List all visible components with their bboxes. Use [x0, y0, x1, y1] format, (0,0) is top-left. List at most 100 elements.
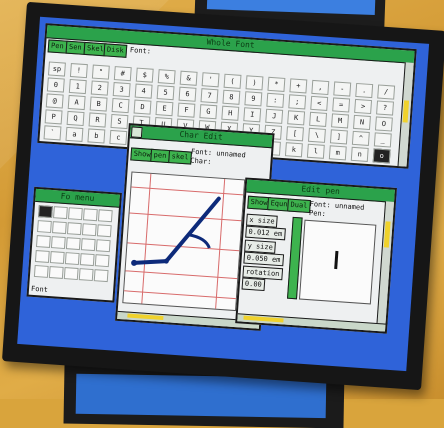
- font-menu-cell[interactable]: [53, 206, 68, 220]
- char-cell[interactable]: \: [307, 127, 326, 143]
- char-cell[interactable]: 2: [90, 80, 109, 96]
- font-menu-cell[interactable]: [37, 220, 52, 234]
- edit-pen-scrollbar[interactable]: [376, 201, 395, 324]
- char-cell[interactable]: :: [266, 92, 285, 108]
- font-menu-cell[interactable]: [97, 209, 113, 223]
- char-cell[interactable]: ^: [351, 130, 370, 146]
- font-menu-cell[interactable]: [95, 239, 111, 253]
- font-menu-cell[interactable]: [34, 250, 50, 263]
- y-size-value[interactable]: 0.050 em: [243, 251, 284, 267]
- font-menu-cell[interactable]: [96, 224, 112, 238]
- char-cell[interactable]: k: [284, 142, 303, 158]
- char-cell[interactable]: L: [309, 111, 328, 127]
- char-cell[interactable]: [: [286, 126, 304, 142]
- font-menu-cell[interactable]: [50, 236, 66, 250]
- char-cell[interactable]: =: [332, 97, 351, 113]
- char-cell[interactable]: N: [352, 114, 371, 131]
- font-menu-cell[interactable]: [66, 222, 82, 236]
- char-cell[interactable]: K: [287, 110, 306, 126]
- char-cell[interactable]: 1: [68, 78, 87, 95]
- char-cell[interactable]: -: [333, 81, 352, 97]
- font-menu-cell[interactable]: [81, 223, 97, 237]
- font-menu-cell[interactable]: [80, 238, 96, 252]
- char-cell[interactable]: +: [289, 78, 308, 94]
- char-cell[interactable]: Q: [66, 110, 85, 127]
- char-cell[interactable]: P: [44, 109, 63, 125]
- char-cell[interactable]: 6: [178, 86, 197, 102]
- font-menu-cell[interactable]: [48, 266, 64, 279]
- char-cell[interactable]: ': [201, 72, 220, 88]
- char-cell[interactable]: ": [91, 64, 110, 80]
- char-cell[interactable]: 7: [200, 88, 219, 104]
- char-cell[interactable]: o: [372, 148, 391, 164]
- char-cell[interactable]: 3: [112, 82, 131, 98]
- char-cell[interactable]: ): [245, 75, 264, 91]
- char-cell[interactable]: A: [67, 94, 86, 111]
- skel-toggle-button[interactable]: skel: [168, 150, 192, 165]
- char-cell[interactable]: I: [243, 107, 262, 123]
- char-cell[interactable]: @: [45, 93, 64, 109]
- font-menu-cell[interactable]: [63, 267, 79, 281]
- rotation-value[interactable]: 0.00: [241, 277, 266, 292]
- char-edit-hscroll-thumb[interactable]: [127, 313, 164, 321]
- font-menu-cell[interactable]: [64, 252, 80, 266]
- char-cell[interactable]: 4: [134, 83, 153, 99]
- char-cell[interactable]: D: [133, 99, 152, 115]
- whole-font-scrollbar[interactable]: [397, 62, 414, 167]
- font-menu-cell[interactable]: [33, 264, 49, 278]
- char-cell[interactable]: H: [221, 105, 240, 121]
- char-cell[interactable]: <: [310, 95, 329, 111]
- whole-font-scroll-thumb[interactable]: [402, 100, 410, 123]
- font-menu-cell[interactable]: [68, 207, 83, 221]
- x-size-value[interactable]: 0.012 em: [245, 225, 286, 241]
- char-cell[interactable]: (: [223, 73, 242, 89]
- char-cell[interactable]: J: [265, 108, 284, 124]
- font-menu-cell[interactable]: [93, 269, 109, 283]
- font-menu-cell[interactable]: [78, 268, 94, 282]
- char-cell[interactable]: ?: [376, 100, 394, 116]
- char-cell[interactable]: %: [157, 69, 176, 85]
- char-cell[interactable]: S: [110, 113, 129, 130]
- char-cell[interactable]: ]: [329, 129, 348, 145]
- char-cell[interactable]: E: [155, 101, 174, 117]
- font-menu-cell[interactable]: [79, 253, 95, 267]
- char-cell[interactable]: $: [135, 67, 154, 83]
- char-cell[interactable]: #: [113, 66, 132, 82]
- char-cell[interactable]: F: [177, 102, 196, 118]
- char-cell[interactable]: G: [199, 104, 218, 120]
- char-cell[interactable]: *: [267, 76, 286, 92]
- glyph-canvas[interactable]: [122, 171, 246, 312]
- char-cell[interactable]: l: [306, 143, 325, 159]
- char-cell[interactable]: B: [89, 96, 108, 112]
- pen-button[interactable]: Pen: [47, 39, 68, 54]
- char-cell[interactable]: O: [374, 116, 393, 132]
- char-cell[interactable]: >: [354, 98, 373, 115]
- char-cell[interactable]: n: [350, 146, 369, 162]
- font-menu-cell[interactable]: [82, 208, 98, 222]
- font-menu-cell[interactable]: [94, 254, 110, 268]
- dual-button[interactable]: Dual: [287, 198, 311, 214]
- char-cell[interactable]: _: [373, 132, 392, 148]
- char-cell[interactable]: sp: [47, 61, 66, 77]
- char-cell[interactable]: .: [355, 82, 374, 99]
- char-cell[interactable]: !: [69, 62, 88, 79]
- char-cell[interactable]: R: [88, 112, 107, 128]
- font-menu-cell[interactable]: [38, 205, 53, 219]
- char-cell[interactable]: ;: [288, 94, 307, 110]
- char-edit-close-icon[interactable]: [130, 126, 143, 139]
- char-cell[interactable]: 5: [156, 85, 175, 101]
- char-cell[interactable]: c: [109, 129, 128, 146]
- char-cell[interactable]: `: [43, 125, 62, 141]
- char-cell[interactable]: C: [111, 97, 130, 114]
- char-cell[interactable]: 8: [222, 89, 241, 105]
- char-cell[interactable]: a: [65, 126, 84, 142]
- font-menu-cell[interactable]: [51, 221, 67, 235]
- font-menu-cell[interactable]: [65, 237, 81, 251]
- char-cell[interactable]: /: [377, 84, 396, 100]
- char-cell[interactable]: 0: [46, 77, 65, 93]
- char-cell[interactable]: 9: [244, 91, 263, 107]
- pen-toggle-button[interactable]: pen: [150, 148, 170, 164]
- sen-button[interactable]: Sen: [65, 40, 86, 55]
- edit-pen-scroll-thumb[interactable]: [383, 221, 391, 248]
- font-menu-cell[interactable]: [49, 251, 65, 264]
